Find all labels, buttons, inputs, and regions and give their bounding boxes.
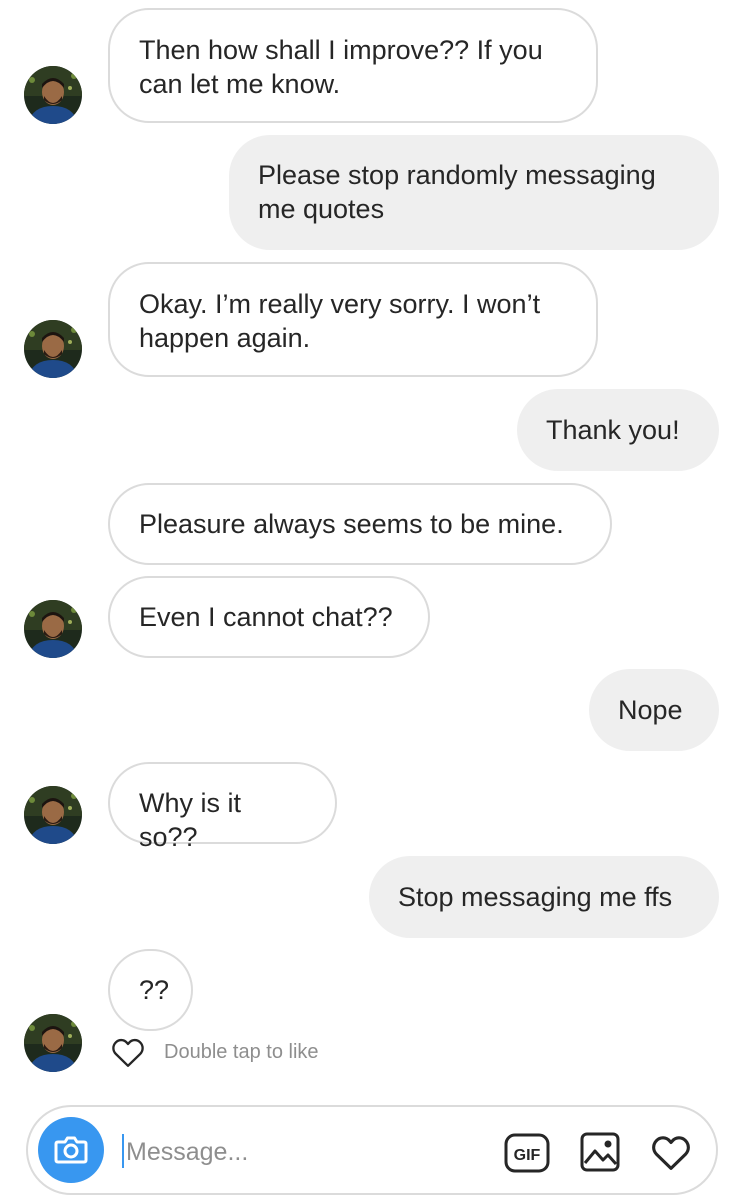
avatar[interactable] <box>24 786 82 844</box>
svg-text:GIF: GIF <box>514 1147 541 1164</box>
message-bubble-outgoing[interactable]: Please stop randomly messaging me quotes <box>229 135 719 250</box>
heart-icon <box>652 1136 690 1170</box>
message-bubble-outgoing[interactable]: Nope <box>589 669 719 751</box>
message-bubble-incoming[interactable]: ?? <box>108 949 193 1031</box>
like-row[interactable]: Double tap to like <box>110 1036 319 1068</box>
avatar[interactable] <box>24 66 82 124</box>
heart-outline-icon[interactable] <box>110 1036 146 1068</box>
gif-icon: GIF <box>504 1133 550 1173</box>
message-bubble-incoming[interactable]: Then how shall I improve?? If you can le… <box>108 8 598 123</box>
message-bubble-incoming[interactable]: Okay. I’m really very sorry. I won’t hap… <box>108 262 598 377</box>
message-input[interactable] <box>124 1131 488 1173</box>
image-icon <box>580 1132 620 1172</box>
avatar[interactable] <box>24 320 82 378</box>
message-composer: GIF <box>26 1105 718 1195</box>
message-bubble-incoming[interactable]: Even I cannot chat?? <box>108 576 430 658</box>
camera-icon <box>54 1136 88 1164</box>
camera-button[interactable] <box>38 1117 104 1183</box>
message-bubble-outgoing[interactable]: Thank you! <box>517 389 719 471</box>
message-bubble-incoming[interactable]: Why is it so?? <box>108 762 337 852</box>
message-bubble-outgoing[interactable]: Stop messaging me ffs <box>369 856 719 938</box>
gif-button[interactable]: GIF <box>504 1133 550 1178</box>
avatar[interactable] <box>24 600 82 658</box>
like-button[interactable] <box>650 1133 692 1176</box>
avatar[interactable] <box>24 1014 82 1072</box>
double-tap-hint: Double tap to like <box>164 1040 319 1063</box>
gallery-button[interactable] <box>579 1131 621 1178</box>
message-bubble-incoming[interactable]: Pleasure always seems to be mine. <box>108 483 612 565</box>
